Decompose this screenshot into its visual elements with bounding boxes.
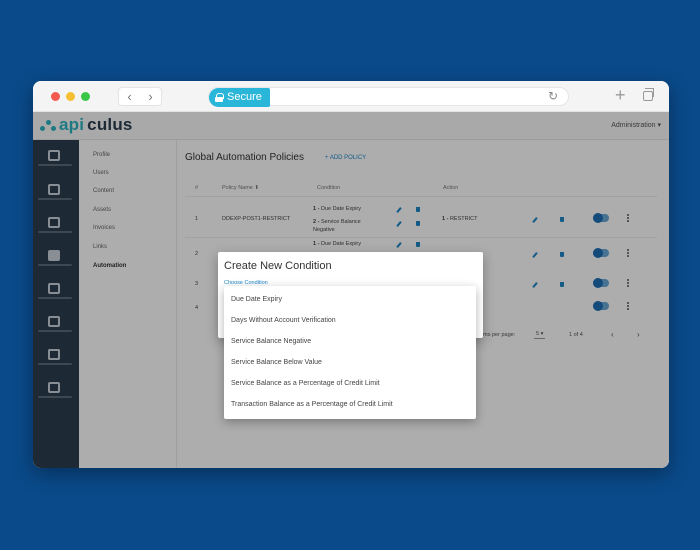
condition-dropdown: Due Date Expiry Days Without Account Ver… (224, 286, 476, 419)
reload-icon[interactable]: ↻ (548, 89, 558, 103)
browser-window: ‹ › Secure ↻ + api culus Administration ▾ (33, 81, 669, 468)
address-bar[interactable]: Secure ↻ (208, 87, 569, 107)
back-icon[interactable]: ‹ (127, 89, 131, 104)
dialog-title: Create New Condition (224, 260, 332, 272)
dropdown-option[interactable]: Due Date Expiry (224, 289, 476, 310)
new-tab-icon[interactable]: + (615, 85, 626, 105)
secure-badge: Secure (209, 88, 270, 107)
lock-icon (215, 93, 224, 102)
tab-overview-icon[interactable] (643, 88, 654, 101)
secure-label: Secure (227, 91, 262, 103)
minimize-window-button[interactable] (66, 92, 75, 101)
browser-toolbar: ‹ › Secure ↻ + (33, 81, 669, 112)
nav-buttons: ‹ › (118, 87, 162, 106)
maximize-window-button[interactable] (81, 92, 90, 101)
dropdown-option[interactable]: Transaction Balance as a Percentage of C… (224, 394, 476, 415)
dropdown-option[interactable]: Service Balance as a Percentage of Credi… (224, 373, 476, 394)
dropdown-option[interactable]: Service Balance Below Value (224, 352, 476, 373)
close-window-button[interactable] (51, 92, 60, 101)
forward-icon[interactable]: › (148, 89, 152, 104)
dropdown-option[interactable]: Days Without Account Verification (224, 310, 476, 331)
dropdown-option[interactable]: Service Balance Negative (224, 331, 476, 352)
